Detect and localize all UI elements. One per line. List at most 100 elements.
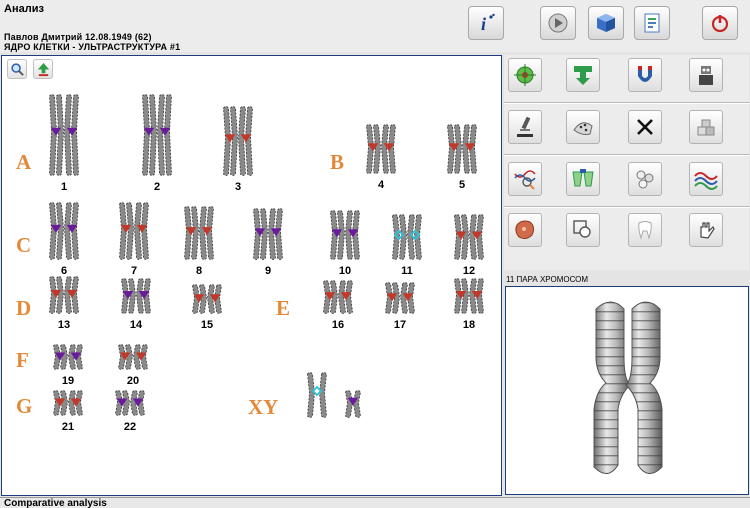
compare-button[interactable] [566,162,600,196]
chromosome-arm-right [625,301,663,474]
microscope-icon [517,116,533,137]
magnify-frame-button[interactable] [566,213,600,247]
chromosome-pair-5[interactable]: 5 [447,124,477,192]
microscope-button[interactable] [508,110,542,144]
chromosome-number: 9 [265,265,271,277]
chromatid [56,94,64,176]
power-button[interactable] [702,6,738,40]
chromosome-pair-2[interactable]: 2 [142,94,172,194]
chromosome-pair-22[interactable]: 22 [115,390,145,434]
chromosome-number: 13 [58,319,70,331]
chromosome-pair-1[interactable]: 1 [49,94,79,194]
chromatid [164,94,172,176]
cells-button[interactable] [628,162,662,196]
close-button[interactable] [628,110,662,144]
karyotype-panel: A B C D E F G XY 1 2 3 4 5 6 7 8 9 10 11 12 13 14 15 16 17 18 19 20… [1,55,502,496]
chromosome-number: 8 [196,265,202,277]
dna-probe-button[interactable] [566,110,600,144]
chromosome-pair-20[interactable]: 20 [118,344,148,388]
chromosome-number: 11 [401,265,413,277]
arrows-down-icon [574,66,592,85]
chromosome-pair-21[interactable]: 21 [53,390,83,434]
chromosome-enlarged [593,301,663,474]
chromosome-pair-3[interactable]: 3 [223,106,253,194]
chromosome-number: 17 [394,319,406,331]
chromosome-pair-11[interactable]: 11 [392,214,422,278]
chromosome-pair-view [505,286,749,495]
status-text: Comparative analysis [4,498,107,508]
compare-icon [572,169,594,187]
chromatid [149,94,157,176]
chromosome-pair-8[interactable]: 8 [184,206,214,278]
chromosome-pair-13[interactable]: 13 [49,276,79,332]
chromatid [230,106,238,176]
upload-button[interactable] [33,59,53,79]
arrows-down-button[interactable] [566,58,600,92]
chromosome-pair-14[interactable]: 14 [121,278,151,332]
magnet-button[interactable] [628,58,662,92]
group-label-xy: XY [248,395,278,419]
chromosome-pair-7[interactable]: 7 [119,202,149,278]
chromatid [307,372,315,418]
chromosome-pair-10[interactable]: 10 [330,210,360,278]
chromatid [126,202,134,260]
info-button[interactable]: i [468,6,504,40]
chromosome-pair-xy[interactable] [307,372,361,418]
magnifier-icon [10,62,24,76]
chromatid [56,202,64,260]
tooth-icon [638,221,652,240]
chromosome-number: 18 [463,319,475,331]
group-label-b: B [330,150,344,174]
target-button[interactable] [508,58,542,92]
spectrum-button[interactable] [689,162,723,196]
cells-icon [636,170,654,189]
magnet-icon [638,66,652,82]
chromosome-pair-6[interactable]: 6 [49,202,79,278]
report-button[interactable] [634,6,670,40]
view-subtitle: ЯДРО КЛЕТКИ - УЛЬТРАСТРУКТУРА #1 [4,42,181,52]
organ-button[interactable] [508,213,542,247]
chromosome-pair-12[interactable]: 12 [454,214,484,278]
chromatid [319,372,327,418]
chromosome-pair-16[interactable]: 16 [323,280,353,332]
play-button[interactable] [540,6,576,40]
chromosome-pair-15[interactable]: 15 [192,284,222,332]
chromosome-number: 20 [127,375,139,387]
dna-search-button[interactable] [508,162,542,196]
group-label-g: G [16,394,32,418]
chromosome-number: 21 [62,421,74,433]
robot-button[interactable] [689,58,723,92]
status-bar: Comparative analysis [0,497,750,508]
chromatid [49,94,57,176]
hand-tool-button[interactable] [689,213,723,247]
chromosome-number: 19 [62,375,74,387]
dna-search-icon [514,170,536,190]
chromatid [71,94,79,176]
chromatid [353,390,361,418]
cube-icon [597,14,615,32]
chromosome-number: 15 [201,319,213,331]
chromosome-pair-18[interactable]: 18 [454,278,484,332]
tooth-button[interactable] [628,213,662,247]
tool-row-separator [504,154,749,156]
chromosome-number: 4 [378,179,385,191]
chromatid [268,208,276,260]
patient-info: Павлов Дмитрий 12.08.1949 (62) [4,32,152,42]
app-title: Анализ [4,3,44,15]
cubes-button[interactable] [689,110,723,144]
cube-button[interactable] [588,6,624,40]
chromosome-pair-9[interactable]: 9 [253,208,283,278]
chromosome-pair-19[interactable]: 19 [53,344,83,388]
chromosome-pair-17[interactable]: 17 [385,282,415,332]
chromosome-number: 1 [61,181,67,193]
group-label-a: A [16,150,32,174]
target-icon [514,64,536,86]
close-icon [637,119,653,135]
magnify-frame-icon [573,220,591,238]
robot-icon [699,66,713,85]
karyotype-canvas: A BCD EFG XY1 2 3 4 56 7 8 9 10 11 1213 14 15 16 17 1819 20… [16,94,484,434]
chromosome-pair-4[interactable]: 4 [366,124,396,192]
zoom-button[interactable] [7,59,27,79]
group-label-e: E [276,296,290,320]
chromatid [64,94,72,176]
